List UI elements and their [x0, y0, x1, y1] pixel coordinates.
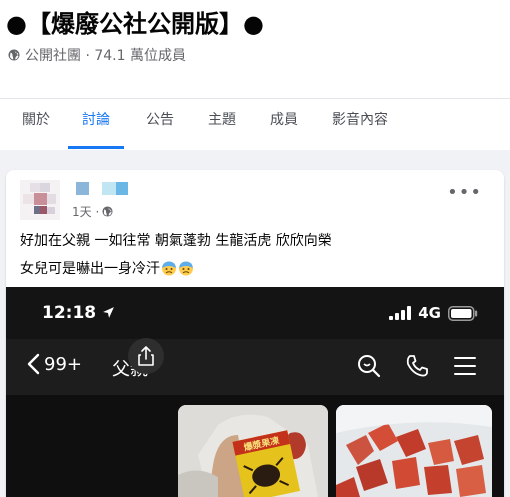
signal-icon	[389, 306, 412, 320]
network-label: 4G	[418, 304, 441, 322]
menu-icon[interactable]	[452, 353, 478, 379]
tab-members[interactable]: 成員	[270, 99, 298, 151]
chat-header: 99+ 父親	[6, 339, 504, 395]
back-button[interactable]: 99+	[26, 353, 82, 375]
chat-image-message-snack[interactable]: 爆漿果凍	[178, 405, 328, 497]
location-arrow-icon	[103, 307, 114, 318]
unread-count: 99+	[44, 353, 82, 375]
more-options-button[interactable]: •••	[447, 184, 482, 202]
tab-topics[interactable]: 主題	[208, 99, 236, 151]
jelly-cups-photo	[336, 405, 492, 497]
chevron-left-icon	[27, 353, 40, 375]
group-header: ●【爆廢公社公開版】● 公開社團 · 74.1 萬位成員 關於 討論 公告 主題…	[0, 0, 510, 150]
post-card: 1天 · ••• 好加在父親 一如往常 朝氣蓬勃 生龍活虎 欣欣向榮 女兒可是嚇…	[6, 170, 504, 497]
phone-status-icons: 4G	[389, 304, 478, 322]
chat-actions	[356, 353, 478, 379]
tab-discussion[interactable]: 討論	[68, 99, 124, 151]
phone-icon[interactable]	[404, 353, 430, 379]
author-name[interactable]	[72, 182, 132, 198]
tab-announcements[interactable]: 公告	[146, 99, 174, 151]
group-title[interactable]: ●【爆廢公社公開版】●	[6, 4, 264, 39]
share-icon	[138, 346, 154, 366]
post-photo[interactable]: 12:18 4G 99+ 父親 爆漿果凍	[6, 287, 504, 497]
cold-sweat-emoji-icon	[162, 261, 176, 276]
chat-image-message-jelly[interactable]	[336, 405, 492, 497]
globe-icon	[102, 206, 113, 217]
group-meta-text: 公開社團 · 74.1 萬位成員	[25, 48, 186, 64]
group-meta: 公開社團 · 74.1 萬位成員	[8, 45, 186, 65]
tab-media[interactable]: 影音內容	[332, 99, 388, 151]
post-timestamp[interactable]: 1天 ·	[72, 203, 113, 220]
cold-sweat-emoji-icon	[179, 261, 193, 276]
phone-status-bar: 12:18 4G	[6, 287, 504, 339]
tab-about[interactable]: 關於	[22, 99, 50, 151]
post-text-line-2: 女兒可是嚇出一身冷汗	[20, 258, 194, 278]
globe-icon	[8, 49, 20, 61]
group-tabs: 關於 討論 公告 主題 成員 影音內容	[0, 98, 510, 150]
snack-package-photo: 爆漿果凍	[178, 405, 328, 497]
search-icon[interactable]	[356, 353, 382, 379]
avatar[interactable]	[20, 180, 60, 220]
battery-icon	[448, 305, 478, 321]
post-time-text: 1天 ·	[72, 205, 100, 219]
phone-clock: 12:18	[42, 303, 115, 323]
post-text-line-2-text: 女兒可是嚇出一身冷汗	[20, 261, 160, 277]
share-button[interactable]	[128, 338, 164, 374]
post-text-line-1: 好加在父親 一如往常 朝氣蓬勃 生龍活虎 欣欣向榮	[20, 233, 332, 249]
phone-clock-text: 12:18	[42, 303, 97, 323]
